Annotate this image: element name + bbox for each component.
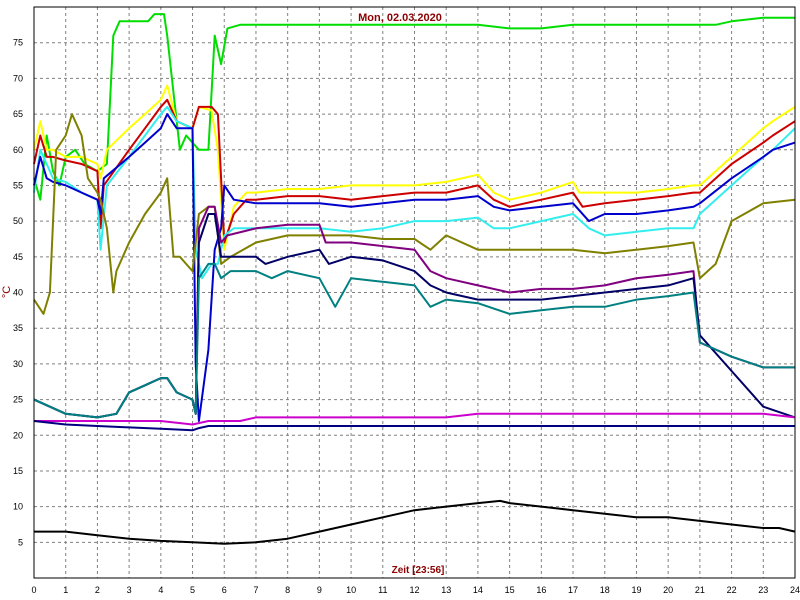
y-tick-label: 10 [13, 502, 23, 512]
x-tick-label: 14 [473, 585, 483, 595]
y-tick-label: 45 [13, 252, 23, 262]
x-tick-label: 0 [31, 585, 36, 595]
x-tick-label: 24 [790, 585, 800, 595]
x-tick-label: 5 [190, 585, 195, 595]
x-tick-label: 4 [158, 585, 163, 595]
y-tick-label: 35 [13, 323, 23, 333]
y-tick-label: 20 [13, 430, 23, 440]
y-tick-label: 70 [13, 73, 23, 83]
x-tick-label: 12 [409, 585, 419, 595]
x-tick-label: 9 [317, 585, 322, 595]
x-tick-label: 6 [222, 585, 227, 595]
x-tick-label: 18 [600, 585, 610, 595]
y-tick-label: 60 [13, 145, 23, 155]
y-tick-label: 30 [13, 359, 23, 369]
x-axis-label: Zeit [23:56] [392, 565, 445, 576]
x-tick-label: 17 [568, 585, 578, 595]
x-tick-label: 16 [536, 585, 546, 595]
y-tick-labels: 5 10 15 20 25 30 35 40 45 50 55 60 65 70 75 [13, 38, 23, 548]
x-tick-label: 3 [127, 585, 132, 595]
x-tick-label: 8 [285, 585, 290, 595]
x-tick-label: 19 [631, 585, 641, 595]
x-tick-label: 7 [253, 585, 258, 595]
chart-title: Mon, 02.03.2020 [358, 12, 442, 24]
y-tick-label: 25 [13, 395, 23, 405]
y-tick-label: 5 [18, 537, 23, 547]
y-tick-label: 65 [13, 109, 23, 119]
x-tick-label: 23 [758, 585, 768, 595]
y-tick-label: 50 [13, 216, 23, 226]
y-tick-label: 75 [13, 38, 23, 48]
y-tick-label: 55 [13, 180, 23, 190]
x-tick-label: 22 [727, 585, 737, 595]
temperature-chart: 51015202530354045505560657075 0123456789… [0, 0, 800, 600]
y-axis-label: °C [1, 286, 13, 298]
y-tick-label: 40 [13, 288, 23, 298]
x-tick-label: 21 [695, 585, 705, 595]
x-tick-label: 20 [663, 585, 673, 595]
x-tick-label: 1 [63, 585, 68, 595]
x-tick-label: 2 [95, 585, 100, 595]
y-tick-label: 15 [13, 466, 23, 476]
x-tick-label: 10 [346, 585, 356, 595]
x-tick-label: 11 [378, 585, 387, 595]
x-tick-label: 15 [505, 585, 515, 595]
x-tick-label: 13 [441, 585, 451, 595]
chart-background [0, 0, 800, 600]
